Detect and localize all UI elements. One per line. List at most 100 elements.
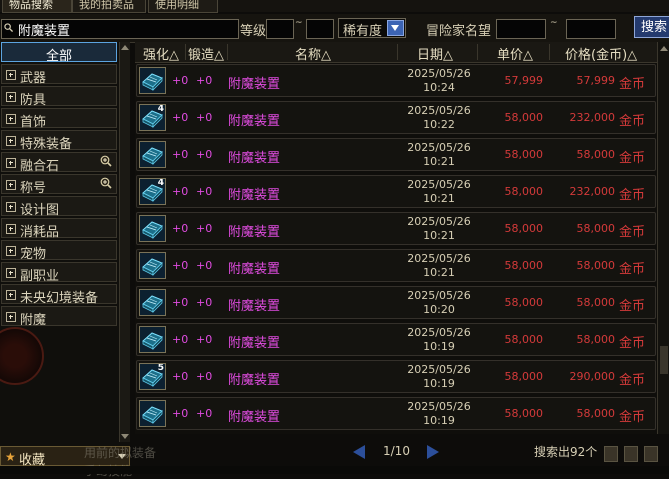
item-name[interactable]: 附魔装置 (228, 406, 280, 425)
enchant-device-icon[interactable] (139, 252, 166, 279)
table-row[interactable]: 4 +0 +0 附魔装置 2025/05/26 10:21 58,000 232,000 金币 (136, 175, 656, 208)
rarity-select[interactable]: 稀有度 (338, 18, 406, 39)
enchant-device-icon[interactable] (139, 326, 166, 353)
listing-datetime: 2025/05/26 10:21 (399, 141, 479, 169)
total-price: 58,000 (576, 259, 616, 272)
header-date[interactable]: 日期△ (417, 44, 453, 63)
expand-plus-icon[interactable] (6, 246, 16, 256)
item-name[interactable]: 附魔装置 (228, 221, 280, 240)
level-max-input[interactable] (306, 19, 334, 39)
chevron-down-icon[interactable] (387, 20, 404, 36)
table-row[interactable]: 4 +0 +0 附魔装置 2025/05/26 10:22 58,000 232,000 金币 (136, 101, 656, 134)
item-name[interactable]: 附魔装置 (228, 369, 280, 388)
header-name[interactable]: 名称△ (295, 44, 331, 63)
listing-datetime: 2025/05/26 10:19 (399, 400, 479, 428)
table-row[interactable]: +0 +0 附魔装置 2025/05/26 10:21 58,000 58,000 金币 (136, 212, 656, 245)
sidebar-item-weapon[interactable]: 武器 (1, 64, 117, 86)
fame-max-input[interactable] (566, 19, 616, 39)
zoom-in-icon[interactable] (100, 155, 112, 167)
total-price: 58,000 (576, 407, 616, 420)
tab-usage-details[interactable]: 使用明细 (148, 0, 218, 13)
expand-plus-icon[interactable] (6, 114, 16, 124)
item-name[interactable]: 附魔装置 (228, 258, 280, 277)
tool-icon[interactable] (624, 446, 638, 462)
next-page-icon[interactable] (427, 445, 439, 459)
header-unit-price[interactable]: 单价△ (497, 44, 533, 63)
header-enhance[interactable]: 强化△ (143, 44, 179, 63)
enchant-device-icon[interactable]: 4 (139, 104, 166, 131)
expand-plus-icon[interactable] (6, 290, 16, 300)
table-row[interactable]: +0 +0 附魔装置 2025/05/26 10:19 58,000 58,000 金币 (136, 397, 656, 430)
item-name[interactable]: 附魔装置 (228, 73, 280, 92)
table-row[interactable]: +0 +0 附魔装置 2025/05/26 10:21 58,000 58,000 金币 (136, 249, 656, 282)
expand-plus-icon[interactable] (6, 158, 16, 168)
expand-plus-icon[interactable] (6, 180, 16, 190)
sidebar-item-title[interactable]: 称号 (1, 174, 117, 196)
search-input[interactable] (18, 20, 234, 38)
scroll-down-icon[interactable] (121, 433, 129, 441)
sidebar-item-sub-profession[interactable]: 副职业 (1, 262, 117, 284)
sidebar-item-label: 防具 (20, 93, 47, 108)
enchant-device-icon[interactable] (139, 67, 166, 94)
listing-date: 2025/05/26 (407, 215, 471, 228)
fame-range-separator: ~ (550, 18, 558, 28)
enchant-device-icon[interactable] (139, 141, 166, 168)
sidebar-item-illusion-equipment[interactable]: 未央幻境装备 (1, 284, 117, 306)
item-name[interactable]: 附魔装置 (228, 110, 280, 129)
sidebar-item-pet[interactable]: 宠物 (1, 240, 117, 262)
enchant-device-icon[interactable] (139, 400, 166, 427)
currency-label: 金币 (619, 77, 646, 92)
expand-plus-icon[interactable] (6, 312, 16, 322)
sidebar-item-special-equipment[interactable]: 特殊装备 (1, 130, 117, 152)
bag-icon[interactable] (644, 446, 658, 462)
listing-time: 10:20 (423, 303, 455, 316)
expand-plus-icon[interactable] (6, 202, 16, 212)
level-range-separator: ~ (295, 18, 303, 28)
expand-plus-icon[interactable] (6, 136, 16, 146)
table-row[interactable]: +0 +0 附魔装置 2025/05/26 10:24 57,999 57,999 金币 (136, 64, 656, 97)
item-name[interactable]: 附魔装置 (228, 147, 280, 166)
tab-my-auctions[interactable]: 我的拍卖品 (72, 0, 146, 13)
enchant-device-icon[interactable] (139, 289, 166, 316)
search-button[interactable]: 搜索 (634, 16, 669, 38)
scroll-up-icon[interactable] (121, 43, 129, 51)
header-forge[interactable]: 锻造△ (188, 44, 224, 63)
total-price: 57,999 (576, 74, 616, 87)
enchant-device-icon[interactable] (139, 215, 166, 242)
table-row[interactable]: +0 +0 附魔装置 2025/05/26 10:21 58,000 58,000 金币 (136, 138, 656, 171)
list-scrollbar[interactable] (657, 42, 669, 434)
table-row[interactable]: +0 +0 附魔装置 2025/05/26 10:20 58,000 58,000 金币 (136, 286, 656, 319)
sidebar-item-consumable[interactable]: 消耗品 (1, 218, 117, 240)
lock-icon[interactable] (604, 446, 618, 462)
table-row[interactable]: +0 +0 附魔装置 2025/05/26 10:19 58,000 58,000 金币 (136, 323, 656, 356)
sidebar-scrollbar[interactable] (119, 42, 130, 442)
expand-plus-icon[interactable] (6, 70, 16, 80)
result-count: 搜索出92个 (534, 445, 598, 459)
sidebar-item-armor[interactable]: 防具 (1, 86, 117, 108)
sidebar-item-all[interactable]: 全部 (1, 42, 117, 64)
sidebar-item-accessory[interactable]: 首饰 (1, 108, 117, 130)
table-row[interactable]: 5 +0 +0 附魔装置 2025/05/26 10:19 58,000 290,000 金币 (136, 360, 656, 393)
enchant-device-icon[interactable]: 4 (139, 178, 166, 205)
expand-plus-icon[interactable] (6, 92, 16, 102)
level-min-input[interactable] (266, 19, 294, 39)
sidebar-item-fusion-stone[interactable]: 融合石 (1, 152, 117, 174)
expand-plus-icon[interactable] (6, 224, 16, 234)
expand-plus-icon[interactable] (6, 268, 16, 278)
tab-item-search[interactable]: 物品搜索 (2, 0, 72, 13)
enchant-device-icon[interactable]: 5 (139, 363, 166, 390)
item-name[interactable]: 附魔装置 (228, 332, 280, 351)
fame-min-input[interactable] (496, 19, 546, 39)
previous-page-icon[interactable] (353, 445, 365, 459)
header-price[interactable]: 价格(金币)△ (565, 44, 637, 63)
scroll-up-icon[interactable] (660, 46, 668, 51)
sidebar-item-blueprint[interactable]: 设计图 (1, 196, 117, 218)
sidebar-item-enchant[interactable]: 附魔 (1, 306, 117, 328)
listing-date: 2025/05/26 (407, 252, 471, 265)
item-name[interactable]: 附魔装置 (228, 295, 280, 314)
item-name[interactable]: 附魔装置 (228, 184, 280, 203)
listing-time: 10:21 (423, 229, 455, 242)
header-divider (397, 44, 398, 60)
zoom-in-icon[interactable] (100, 177, 112, 189)
scroll-thumb[interactable] (660, 346, 668, 374)
